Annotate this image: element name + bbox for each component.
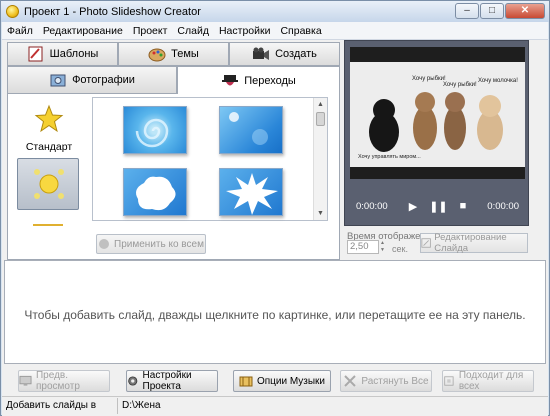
preview-button-label: Предв. просмотр — [35, 370, 80, 392]
caption-2: Хочу рыбки! — [443, 82, 477, 88]
time-start: 0:00:00 — [356, 200, 388, 212]
transition-thumb-blot[interactable] — [123, 168, 187, 216]
category-selected[interactable] — [17, 158, 79, 210]
stretch-all-button[interactable]: Растянуть Все — [340, 370, 432, 392]
preview-player: Хочу рыбки! Хочу рыбки! Хочу молочка! Хо… — [344, 40, 529, 226]
status-path: D:\Жена — [122, 399, 161, 411]
settings-icon — [128, 376, 138, 386]
scroll-down-arrow[interactable]: ▼ — [314, 207, 327, 220]
drop-hint: Чтобы добавить слайд, дважды щелкните по… — [24, 308, 526, 322]
tab-themes-label: Темы — [171, 48, 199, 60]
slide-drop-panel[interactable]: Чтобы добавить слайд, дважды щелкните по… — [4, 260, 546, 364]
status-message: Добавить слайды в проект ... — [2, 397, 118, 416]
pause-icon[interactable]: ❚❚ — [429, 200, 447, 213]
burst-icon — [226, 173, 278, 215]
tab-row-second: Фотографии Переходы — [7, 66, 340, 94]
tab-create-label: Создать — [275, 48, 317, 60]
photos-icon — [50, 74, 66, 87]
transition-thumb-light[interactable] — [219, 106, 283, 154]
title-bar: Проект 1 - Photo Slideshow Creator – □ ✕ — [1, 1, 549, 22]
maximize-button[interactable]: □ — [480, 3, 504, 19]
play-icon[interactable]: ▶ — [409, 200, 417, 213]
tab-templates-label: Шаблоны — [49, 48, 99, 60]
bottom-toolbar: Предв. просмотр Настройки Проекта Опции … — [2, 370, 548, 394]
tab-themes[interactable]: Темы — [118, 42, 229, 66]
kittens-image: Хочу рыбки! Хочу рыбки! Хочу молочка! Хо… — [350, 62, 525, 167]
playback-buttons: ▶ ❚❚ ■ — [409, 200, 467, 213]
app-icon — [6, 5, 19, 18]
menu-slide[interactable]: Слайд — [172, 25, 214, 37]
apply-all-label: Применить ко всем — [114, 238, 204, 250]
preview-photo: Хочу рыбки! Хочу рыбки! Хочу молочка! Хо… — [350, 62, 525, 167]
music-options-button[interactable]: Опции Музыки — [233, 370, 331, 392]
close-button[interactable]: ✕ — [505, 3, 545, 19]
menu-bar: Файл Редактирование Проект Слайд Настрой… — [2, 22, 548, 40]
transition-thumb-burst[interactable] — [219, 168, 283, 216]
project-settings-label: Настройки Проекта — [142, 370, 192, 392]
tab-transitions[interactable]: Переходы — [177, 66, 340, 94]
category-divider — [33, 224, 63, 226]
tab-photos[interactable]: Фотографии — [7, 66, 177, 94]
preview-button[interactable]: Предв. просмотр — [18, 370, 110, 392]
sun-icon — [34, 169, 64, 199]
apply-icon — [99, 239, 110, 249]
caption-1: Хочу рыбки! — [412, 76, 446, 82]
scroll-up-arrow[interactable]: ▲ — [314, 98, 327, 111]
apply-all-button[interactable]: Применить ко всем — [96, 234, 206, 254]
edit-slide-button[interactable]: Редактирование Слайда — [420, 232, 528, 254]
swirl-icon — [135, 118, 169, 148]
edit-icon — [421, 238, 431, 248]
themes-icon — [148, 48, 166, 62]
gallery-scrollbar[interactable]: ▲ ▼ — [313, 98, 327, 220]
tab-photos-label: Фотографии — [72, 74, 135, 86]
player-controls: 0:00:00 ▶ ❚❚ ■ 0:00:00 — [350, 191, 525, 221]
caption-3: Хочу молочка! — [478, 78, 518, 84]
duration-input[interactable]: 2,50 — [347, 240, 379, 254]
transitions-icon — [222, 74, 239, 85]
scroll-thumb[interactable] — [316, 112, 325, 126]
fit-all-button[interactable]: Подходит для всех — [442, 370, 534, 392]
monitor-icon — [19, 375, 32, 386]
tab-row-top: Шаблоны Темы Создать — [7, 42, 340, 66]
menu-edit[interactable]: Редактирование — [38, 25, 128, 37]
fit-all-label: Подходит для всех — [458, 370, 524, 392]
menu-project[interactable]: Проект — [128, 25, 173, 37]
stretch-all-label: Растянуть Все — [361, 375, 429, 387]
client-area: Шаблоны Темы Создать Фотографии Переходы — [2, 40, 548, 416]
stretch-icon — [344, 375, 357, 387]
transitions-panel: Стандарт ▲ ▼ Применить ко всем — [7, 94, 340, 260]
duration-unit: сек. — [392, 244, 408, 254]
transition-thumb-swirl[interactable] — [123, 106, 187, 154]
menu-settings[interactable]: Настройки — [214, 25, 276, 37]
stop-icon[interactable]: ■ — [460, 200, 467, 213]
time-end: 0:00:00 — [487, 200, 519, 212]
templates-icon — [28, 46, 43, 62]
music-options-label: Опции Музыки — [256, 375, 326, 387]
window-title: Проект 1 - Photo Slideshow Creator — [24, 5, 201, 18]
status-bar: Добавить слайды в проект ... D:\Жена — [2, 396, 548, 416]
tab-transitions-label: Переходы — [244, 74, 296, 87]
caption-4: Хочу управлять миром... — [358, 154, 421, 160]
light-icon — [229, 112, 268, 145]
menu-help[interactable]: Справка — [275, 25, 326, 37]
transition-gallery: ▲ ▼ — [92, 97, 328, 221]
minimize-button[interactable]: – — [455, 3, 479, 19]
menu-file[interactable]: Файл — [2, 25, 38, 37]
tab-templates[interactable]: Шаблоны — [7, 42, 118, 66]
duration-spinner[interactable]: ▲ ▼ — [380, 240, 388, 254]
camera-icon — [253, 47, 270, 60]
project-settings-button[interactable]: Настройки Проекта — [126, 370, 218, 392]
category-standard-label: Стандарт — [25, 141, 73, 153]
preview-screen: Хочу рыбки! Хочу рыбки! Хочу молочка! Хо… — [350, 47, 525, 179]
blot-icon — [136, 176, 176, 211]
category-standard[interactable]: Стандарт — [20, 104, 78, 153]
edit-slide-label: Редактирование Слайда — [434, 232, 507, 254]
category-list: Стандарт — [8, 94, 88, 260]
tab-create[interactable]: Создать — [229, 42, 340, 66]
fit-icon — [444, 376, 454, 386]
app-window: Проект 1 - Photo Slideshow Creator – □ ✕… — [0, 0, 550, 416]
star-icon — [34, 104, 64, 133]
music-icon — [239, 376, 253, 387]
